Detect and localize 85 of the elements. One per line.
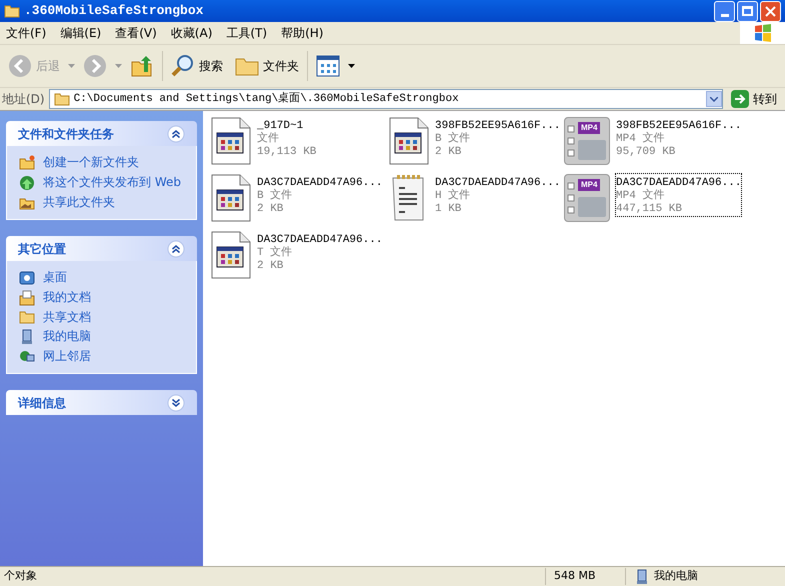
minimize-button[interactable] <box>714 0 735 22</box>
format-label: MP4 <box>578 122 600 134</box>
maximize-button[interactable] <box>737 0 758 22</box>
file-name: DA3C7DAEADD47A96... <box>257 177 382 189</box>
search-button[interactable]: 搜索 <box>167 49 227 83</box>
format-label: MP4 <box>578 179 600 191</box>
file-type: B 文件 <box>257 190 294 203</box>
views-icon <box>316 55 340 77</box>
file-size: 2 KB <box>257 203 284 216</box>
expand-icon[interactable] <box>167 394 185 412</box>
menu-item[interactable]: 文件(F) <box>0 24 52 42</box>
address-field[interactable]: C:\Documents and Settings\tang\桌面\.360MobileSafeStrongbox <box>48 89 723 109</box>
panel-title: 文件和文件夹任务 <box>18 126 114 142</box>
file-size: 447,115 KB <box>616 203 684 216</box>
collapse-icon[interactable] <box>167 240 185 258</box>
go-button[interactable]: 转到 <box>727 90 785 108</box>
window-title: .360MobileSafeStrongbox <box>24 2 204 20</box>
file-label[interactable]: DA3C7DAEADD47A96... B 文件 2 KB <box>257 174 382 216</box>
file-label[interactable]: DA3C7DAEADD47A96... MP4 文件 447,115 KB <box>616 174 742 216</box>
panel-header[interactable]: 详细信息 <box>6 390 197 415</box>
file-type: MP4 文件 <box>616 190 666 203</box>
file-label[interactable]: _917D~1 文件 19,113 KB <box>257 117 316 159</box>
status-size: 548 MB <box>545 568 625 585</box>
status-location: 我的电脑 <box>654 568 698 584</box>
menu-item[interactable]: 帮助(H) <box>275 24 330 42</box>
file-name: 398FB52EE95A616F... <box>435 120 560 132</box>
file-label[interactable]: 398FB52EE95A616F... B 文件 2 KB <box>435 117 560 159</box>
documents-icon <box>19 290 35 306</box>
task-link[interactable]: 共享此文件夹 <box>43 194 115 210</box>
file-size: 2 KB <box>435 146 462 159</box>
folder-icon <box>54 92 70 106</box>
computer-icon <box>634 568 650 584</box>
task-link[interactable]: 网上邻居 <box>43 348 91 364</box>
status-text: 个对象 <box>3 568 38 584</box>
file-size: 2 KB <box>257 260 284 273</box>
task-link[interactable]: 将这个文件夹发布到 Web <box>43 174 181 190</box>
search-icon <box>171 54 195 78</box>
file-label[interactable]: 398FB52EE95A616F... MP4 文件 95,709 KB <box>616 117 742 159</box>
panel-title: 详细信息 <box>18 394 66 412</box>
file-type: H 文件 <box>435 190 472 203</box>
address-label: 地址(D) <box>1 91 45 108</box>
windows-logo-icon <box>754 24 772 42</box>
file-size: 95,709 KB <box>616 146 676 159</box>
desktop-icon <box>19 270 35 286</box>
file-type: MP4 文件 <box>616 133 666 146</box>
close-icon <box>765 6 776 16</box>
computer-icon <box>19 329 35 345</box>
menu-item[interactable]: 收藏(A) <box>164 24 218 42</box>
application-file-icon <box>389 117 429 165</box>
panel-header[interactable]: 文件和文件夹任务 <box>6 121 197 146</box>
file-name: DA3C7DAEADD47A96... <box>616 177 742 189</box>
dropdown-button[interactable] <box>706 91 722 107</box>
menu-item[interactable]: 编辑(E) <box>54 24 108 42</box>
task-link[interactable]: 共享文档 <box>43 309 91 325</box>
application-file-icon <box>211 231 251 279</box>
panel-title: 其它位置 <box>18 240 66 258</box>
task-link[interactable]: 创建一个新文件夹 <box>43 154 139 170</box>
task-link[interactable]: 我的电脑 <box>43 328 91 344</box>
file-name: DA3C7DAEADD47A96... <box>435 177 560 189</box>
task-link[interactable]: 桌面 <box>43 269 67 285</box>
folder-icon <box>19 310 35 324</box>
chevron-down-icon <box>710 96 718 102</box>
menu-item[interactable]: 工具(T) <box>220 24 274 42</box>
panel-header[interactable]: 其它位置 <box>6 236 197 261</box>
file-label[interactable]: DA3C7DAEADD47A96... H 文件 1 KB <box>435 174 560 216</box>
file-size: 1 KB <box>435 203 462 216</box>
file-size: 19,113 KB <box>257 146 316 159</box>
file-type: T 文件 <box>257 247 294 260</box>
file-name: 398FB52EE95A616F... <box>616 120 742 132</box>
application-file-icon <box>211 117 251 165</box>
file-type: B 文件 <box>435 133 472 146</box>
file-type: 文件 <box>257 133 280 146</box>
close-button[interactable] <box>760 0 781 22</box>
caret-icon[interactable] <box>348 64 355 68</box>
folder-icon <box>19 155 35 171</box>
task-link[interactable]: 我的文档 <box>43 289 91 305</box>
menu-item[interactable]: 查看(V) <box>109 24 163 42</box>
application-file-icon <box>211 174 251 222</box>
file-name: DA3C7DAEADD47A96... <box>257 234 382 246</box>
folder-icon <box>4 4 20 18</box>
folders-button[interactable]: 文件夹 <box>231 49 303 83</box>
collapse-icon[interactable] <box>167 124 185 142</box>
folder-up-icon <box>130 54 154 78</box>
file-name: _917D~1 <box>257 120 304 132</box>
file-label[interactable]: DA3C7DAEADD47A96... T 文件 2 KB <box>257 231 382 273</box>
